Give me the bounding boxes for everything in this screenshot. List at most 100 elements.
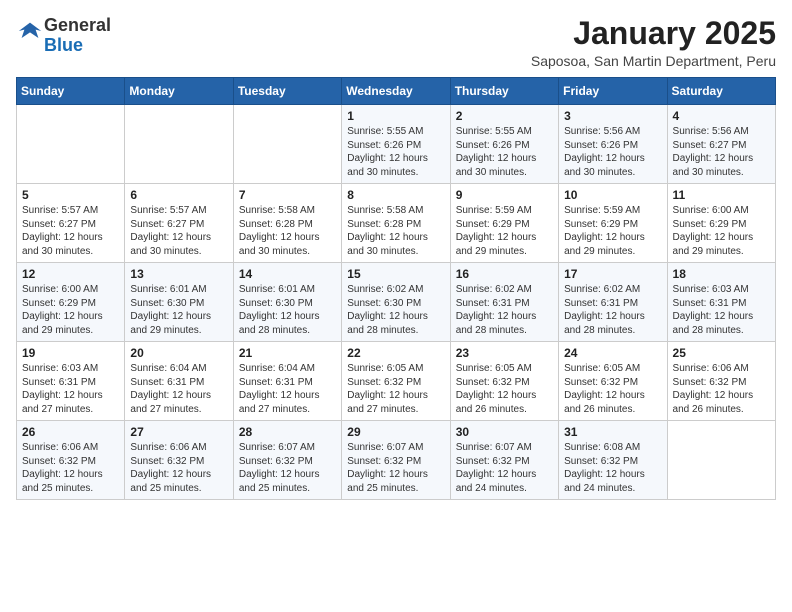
day-number: 12 — [22, 267, 119, 281]
calendar-cell: 26Sunrise: 6:06 AM Sunset: 6:32 PM Dayli… — [17, 421, 125, 500]
day-info: Sunrise: 6:02 AM Sunset: 6:31 PM Dayligh… — [564, 283, 661, 337]
calendar-cell: 14Sunrise: 6:01 AM Sunset: 6:30 PM Dayli… — [233, 263, 341, 342]
day-number: 27 — [130, 425, 227, 439]
calendar-cell: 16Sunrise: 6:02 AM Sunset: 6:31 PM Dayli… — [450, 263, 558, 342]
day-number: 21 — [239, 346, 336, 360]
day-number: 8 — [347, 188, 444, 202]
day-info: Sunrise: 6:03 AM Sunset: 6:31 PM Dayligh… — [673, 283, 770, 337]
calendar-cell: 6 Sunrise: 5:57 AM Sunset: 6:27 PM Daylig… — [125, 184, 233, 263]
title-block: January 2025 Saposoa, San Martin Departm… — [531, 16, 776, 69]
col-saturday: Saturday — [667, 78, 775, 105]
day-info: Sunrise: 6:02 AM Sunset: 6:31 PM Dayligh… — [456, 283, 553, 337]
day-info: Sunrise: 6:04 AM Sunset: 6:31 PM Dayligh… — [239, 362, 336, 416]
day-info: Sunrise: 6:03 AM Sunset: 6:31 PM Dayligh… — [22, 362, 119, 416]
calendar-table: Sunday Monday Tuesday Wednesday Thursday… — [16, 77, 776, 500]
calendar-week-0: 1 Sunrise: 5:55 AM Sunset: 6:26 PM Daylig… — [17, 105, 776, 184]
calendar-cell: 29Sunrise: 6:07 AM Sunset: 6:32 PM Dayli… — [342, 421, 450, 500]
day-info: Sunrise: 6:06 AM Sunset: 6:32 PM Dayligh… — [130, 441, 227, 495]
calendar-cell — [667, 421, 775, 500]
calendar-cell: 22Sunrise: 6:05 AM Sunset: 6:32 PM Dayli… — [342, 342, 450, 421]
day-number: 1 — [347, 109, 444, 123]
day-info: Sunrise: 6:07 AM Sunset: 6:32 PM Dayligh… — [347, 441, 444, 495]
day-number: 18 — [673, 267, 770, 281]
day-number: 15 — [347, 267, 444, 281]
col-thursday: Thursday — [450, 78, 558, 105]
day-info: Sunrise: 5:58 AM Sunset: 6:28 PM Dayligh… — [347, 204, 444, 258]
calendar-cell: 21 Sunrise: 6:04 AM Sunset: 6:31 PM Dayli… — [233, 342, 341, 421]
calendar-cell: 17Sunrise: 6:02 AM Sunset: 6:31 PM Dayli… — [559, 263, 667, 342]
calendar-cell: 1Sunrise: 5:55 AM Sunset: 6:26 PM Daylig… — [342, 105, 450, 184]
calendar-cell — [17, 105, 125, 184]
day-number: 14 — [239, 267, 336, 281]
day-number: 22 — [347, 346, 444, 360]
calendar-cell: 9 Sunrise: 5:59 AM Sunset: 6:29 PM Daylig… — [450, 184, 558, 263]
day-number: 24 — [564, 346, 661, 360]
day-info: Sunrise: 6:02 AM Sunset: 6:30 PM Dayligh… — [347, 283, 444, 337]
calendar-cell: 27 Sunrise: 6:06 AM Sunset: 6:32 PM Dayli… — [125, 421, 233, 500]
calendar-cell: 25Sunrise: 6:06 AM Sunset: 6:32 PM Dayli… — [667, 342, 775, 421]
day-info: Sunrise: 6:04 AM Sunset: 6:31 PM Dayligh… — [130, 362, 227, 416]
day-info: Sunrise: 6:08 AM Sunset: 6:32 PM Dayligh… — [564, 441, 661, 495]
calendar-cell: 10Sunrise: 5:59 AM Sunset: 6:29 PM Dayli… — [559, 184, 667, 263]
day-info: Sunrise: 5:56 AM Sunset: 6:26 PM Dayligh… — [564, 125, 661, 179]
col-sunday: Sunday — [17, 78, 125, 105]
day-info: Sunrise: 5:57 AM Sunset: 6:27 PM Dayligh… — [22, 204, 119, 258]
header-row: Sunday Monday Tuesday Wednesday Thursday… — [17, 78, 776, 105]
day-info: Sunrise: 6:01 AM Sunset: 6:30 PM Dayligh… — [130, 283, 227, 337]
logo-blue: Blue — [44, 35, 83, 55]
calendar-cell: 12Sunrise: 6:00 AM Sunset: 6:29 PM Dayli… — [17, 263, 125, 342]
calendar-cell: 7Sunrise: 5:58 AM Sunset: 6:28 PM Daylig… — [233, 184, 341, 263]
day-number: 20 — [130, 346, 227, 360]
day-info: Sunrise: 5:59 AM Sunset: 6:29 PM Dayligh… — [456, 204, 553, 258]
calendar-cell — [233, 105, 341, 184]
day-info: Sunrise: 6:06 AM Sunset: 6:32 PM Dayligh… — [22, 441, 119, 495]
day-info: Sunrise: 5:56 AM Sunset: 6:27 PM Dayligh… — [673, 125, 770, 179]
day-number: 11 — [673, 188, 770, 202]
day-info: Sunrise: 6:05 AM Sunset: 6:32 PM Dayligh… — [564, 362, 661, 416]
day-number: 6 — [130, 188, 227, 202]
day-info: Sunrise: 5:57 AM Sunset: 6:27 PM Dayligh… — [130, 204, 227, 258]
logo-icon — [16, 17, 44, 45]
day-number: 30 — [456, 425, 553, 439]
calendar-cell: 28 Sunrise: 6:07 AM Sunset: 6:32 PM Dayli… — [233, 421, 341, 500]
col-wednesday: Wednesday — [342, 78, 450, 105]
day-number: 28 — [239, 425, 336, 439]
calendar-cell: 3 Sunrise: 5:56 AM Sunset: 6:26 PM Daylig… — [559, 105, 667, 184]
calendar-cell: 20 Sunrise: 6:04 AM Sunset: 6:31 PM Dayli… — [125, 342, 233, 421]
day-number: 23 — [456, 346, 553, 360]
day-info: Sunrise: 6:00 AM Sunset: 6:29 PM Dayligh… — [673, 204, 770, 258]
calendar-cell: 2 Sunrise: 5:55 AM Sunset: 6:26 PM Daylig… — [450, 105, 558, 184]
day-info: Sunrise: 6:07 AM Sunset: 6:32 PM Dayligh… — [456, 441, 553, 495]
page-container: GeneralBlue January 2025 Saposoa, San Ma… — [0, 0, 792, 512]
day-number: 19 — [22, 346, 119, 360]
day-number: 7 — [239, 188, 336, 202]
day-number: 3 — [564, 109, 661, 123]
col-friday: Friday — [559, 78, 667, 105]
calendar-cell: 4Sunrise: 5:56 AM Sunset: 6:27 PM Daylig… — [667, 105, 775, 184]
col-monday: Monday — [125, 78, 233, 105]
calendar-cell: 11 Sunrise: 6:00 AM Sunset: 6:29 PM Dayli… — [667, 184, 775, 263]
header: GeneralBlue January 2025 Saposoa, San Ma… — [16, 16, 776, 69]
col-tuesday: Tuesday — [233, 78, 341, 105]
day-number: 25 — [673, 346, 770, 360]
day-number: 13 — [130, 267, 227, 281]
calendar-week-4: 26Sunrise: 6:06 AM Sunset: 6:32 PM Dayli… — [17, 421, 776, 500]
calendar-cell — [125, 105, 233, 184]
calendar-cell: 23 Sunrise: 6:05 AM Sunset: 6:32 PM Dayli… — [450, 342, 558, 421]
logo: GeneralBlue — [16, 16, 111, 56]
calendar-cell: 30 Sunrise: 6:07 AM Sunset: 6:32 PM Dayli… — [450, 421, 558, 500]
day-info: Sunrise: 6:07 AM Sunset: 6:32 PM Dayligh… — [239, 441, 336, 495]
calendar-cell: 24 Sunrise: 6:05 AM Sunset: 6:32 PM Dayli… — [559, 342, 667, 421]
day-number: 10 — [564, 188, 661, 202]
day-number: 9 — [456, 188, 553, 202]
calendar-cell: 15 Sunrise: 6:02 AM Sunset: 6:30 PM Dayli… — [342, 263, 450, 342]
day-info: Sunrise: 5:55 AM Sunset: 6:26 PM Dayligh… — [456, 125, 553, 179]
calendar-cell: 8 Sunrise: 5:58 AM Sunset: 6:28 PM Daylig… — [342, 184, 450, 263]
calendar-cell: 5Sunrise: 5:57 AM Sunset: 6:27 PM Daylig… — [17, 184, 125, 263]
day-number: 2 — [456, 109, 553, 123]
calendar-cell: 31 Sunrise: 6:08 AM Sunset: 6:32 PM Dayli… — [559, 421, 667, 500]
calendar-week-3: 19 Sunrise: 6:03 AM Sunset: 6:31 PM Dayli… — [17, 342, 776, 421]
day-info: Sunrise: 6:05 AM Sunset: 6:32 PM Dayligh… — [456, 362, 553, 416]
day-number: 31 — [564, 425, 661, 439]
calendar-week-1: 5Sunrise: 5:57 AM Sunset: 6:27 PM Daylig… — [17, 184, 776, 263]
